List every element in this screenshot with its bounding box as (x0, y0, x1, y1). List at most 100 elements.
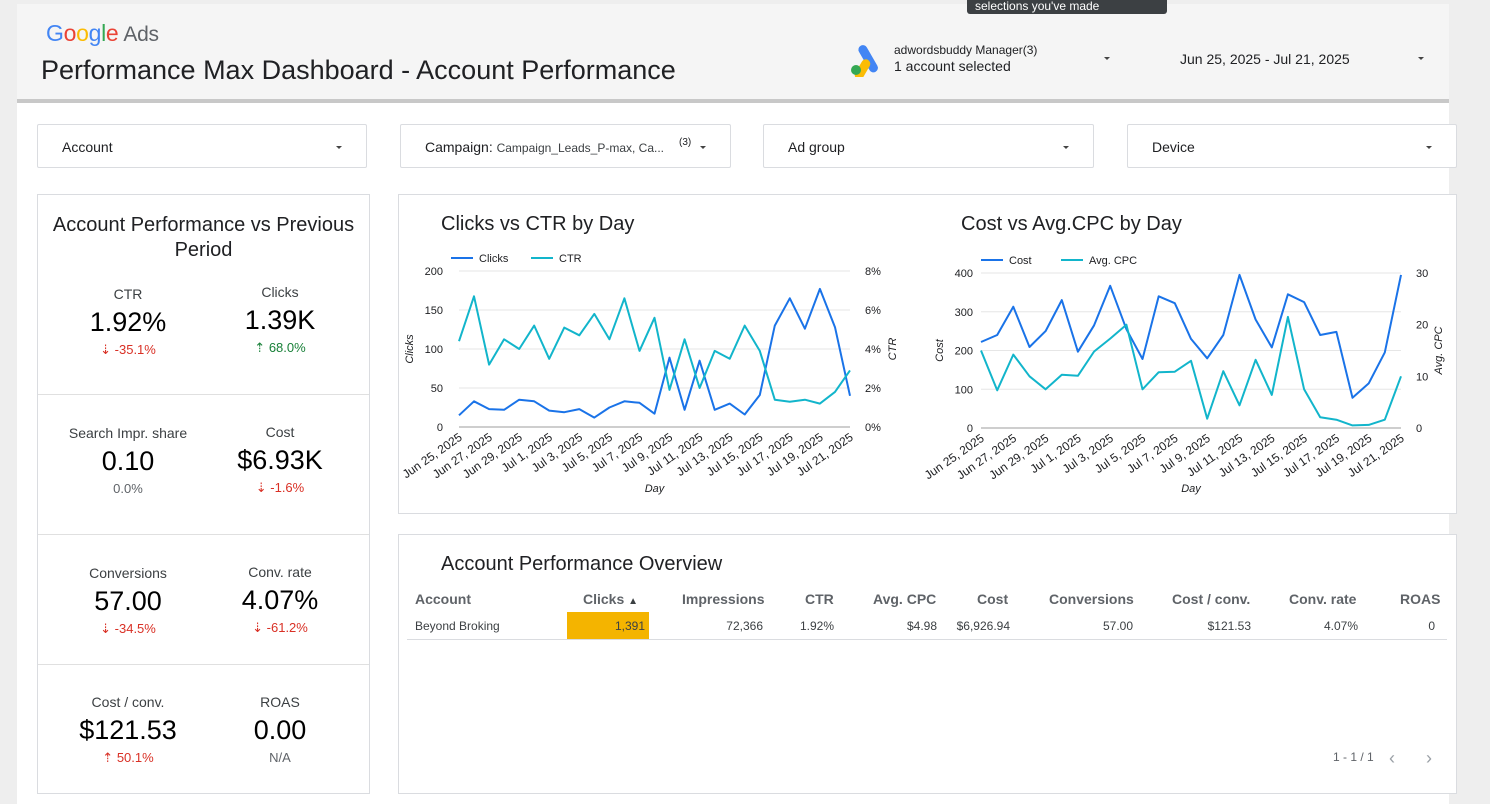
kpi-value: 4.07% (241, 585, 319, 615)
cell-clicks: 1,391 (614, 619, 645, 633)
column-header-conv-rate[interactable]: Conv. rate (1289, 591, 1356, 607)
column-header-ctr[interactable]: CTR (805, 591, 834, 607)
report-header: Google Ads Performance Max Dashboard - Ac… (17, 4, 1449, 103)
y-tick-label: 0 (437, 422, 443, 434)
cell-conv-rate: 4.07% (1323, 619, 1358, 633)
campaign-filter-value: Campaign_Leads_P-max, Ca... (496, 141, 665, 155)
kpi-value: 0.00 (253, 715, 307, 745)
kpi-label: Search Impr. share (68, 425, 188, 441)
account-filter-label: Account (62, 139, 113, 155)
y-tick-label: 300 (955, 307, 973, 319)
kpi-value: $6.93K (237, 445, 323, 475)
arrow-down-icon: ⇣ (100, 621, 115, 636)
date-range-dropdown-icon[interactable] (1418, 57, 1424, 60)
column-header-impressions[interactable]: Impressions (682, 591, 764, 607)
y2-tick-label: 2% (865, 383, 881, 395)
charts-panel: Clicks vs CTR by Day Cost vs Avg.CPC by … (398, 194, 1457, 514)
x-axis-title: Day (1181, 483, 1202, 495)
account-filter[interactable]: Account (37, 124, 367, 168)
column-header-account[interactable]: Account (415, 591, 471, 607)
account-dropdown-icon[interactable] (1104, 57, 1110, 60)
kpi-divider (38, 664, 369, 665)
campaign-filter-label: Campaign: (425, 139, 493, 155)
kpi-delta: ⇣ -35.1% (100, 342, 156, 357)
chevron-down-icon (1426, 146, 1432, 149)
kpi-conversions: Conversions 57.00 ⇣ -34.5% (53, 565, 203, 637)
chevron-left-icon[interactable]: ‹ (1389, 748, 1395, 769)
legend-label: Clicks (479, 253, 509, 265)
column-header-conversions[interactable]: Conversions (1049, 591, 1134, 607)
line-charts-canvas[interactable]: 0501001502000%2%4%6%8%Clicks CTRDayJun 25… (399, 195, 1456, 513)
cell-avg-cpc: $4.98 (906, 619, 937, 633)
y-tick-label: 200 (955, 346, 973, 358)
dashboard-page: Google Ads Performance Max Dashboard - Ac… (0, 0, 1490, 804)
y2-tick-label: 10 (1416, 371, 1428, 383)
y-tick-label: 400 (955, 268, 973, 280)
arrow-down-icon: ⇣ (255, 480, 271, 495)
kpi-search-impr-share: Search Impr. share 0.10 0.0% (33, 425, 223, 496)
account-selector-summary[interactable]: 1 account selected (894, 58, 1011, 74)
kpi-label: Cost / conv. (91, 694, 165, 710)
date-range-picker[interactable]: Jun 25, 2025 - Jul 21, 2025 (1180, 51, 1350, 67)
google-ads-icon[interactable] (850, 43, 882, 77)
arrow-up-icon: ⇡ (102, 750, 117, 765)
y2-tick-label: 6% (865, 305, 881, 317)
kpi-cost-per-conv: Cost / conv. $121.53 ⇡ 50.1% (53, 694, 203, 766)
y2-tick-label: 8% (865, 266, 881, 278)
google-ads-logo: Google Ads (46, 20, 159, 47)
sort-ascending-icon: ▲ (628, 596, 639, 607)
kpi-label: ROAS (260, 694, 300, 710)
kpi-conv-rate: Conv. rate 4.07% ⇣ -61.2% (205, 564, 355, 636)
column-header-roas[interactable]: ROAS (1400, 591, 1440, 607)
y-tick-label: 0 (967, 423, 973, 435)
kpi-delta: ⇣ -34.5% (100, 621, 156, 636)
column-header-avg-cpc[interactable]: Avg. CPC (873, 591, 936, 607)
ad-group-filter-label: Ad group (788, 139, 845, 155)
kpi-ctr: CTR 1.92% ⇣ -35.1% (53, 286, 203, 358)
legend-label: Cost (1009, 255, 1032, 267)
chevron-down-icon (1063, 146, 1069, 149)
y2-axis-title: Avg. CPC (1433, 326, 1445, 375)
kpi-roas: ROAS 0.00 N/A (205, 694, 355, 765)
ads-icon-green-dot (851, 65, 861, 75)
chevron-right-icon[interactable]: › (1426, 748, 1432, 769)
y2-tick-label: 30 (1416, 268, 1428, 280)
kpi-label: Conv. rate (248, 564, 312, 580)
y2-tick-label: 20 (1416, 320, 1428, 332)
table-row[interactable]: Beyond Broking 1,391 72,366 1.92% $4.98 … (407, 611, 1447, 640)
legend-label: CTR (559, 253, 582, 265)
column-header-clicks[interactable]: Clicks ▲ (583, 591, 638, 607)
kpi-delta: 0.0% (113, 481, 143, 496)
column-header-cost-per-conv[interactable]: Cost / conv. (1172, 591, 1250, 607)
cell-cost: $6,926.94 (956, 619, 1010, 633)
column-header-cost[interactable]: Cost (977, 591, 1008, 607)
kpi-delta: ⇡ 68.0% (254, 340, 306, 355)
kpi-value: 0.10 (101, 446, 155, 476)
performance-table-panel: Account Performance Overview Account Cli… (398, 534, 1457, 794)
y2-tick-label: 0 (1416, 423, 1422, 435)
series-line-cost (980, 273, 1402, 399)
arrow-down-icon: ⇣ (100, 342, 115, 357)
cell-impressions: 72,366 (726, 619, 763, 633)
ad-group-filter[interactable]: Ad group (763, 124, 1094, 168)
kpi-panel-title: Account Performance vs Previous Period (52, 214, 355, 261)
campaign-filter-count: (3) (679, 137, 692, 148)
device-filter[interactable]: Device (1127, 124, 1457, 168)
y2-tick-label: 0% (865, 422, 881, 434)
table-header-row: Account Clicks ▲ Impressions CTR Avg. CP… (407, 591, 1447, 613)
kpi-delta: ⇣ -1.6% (255, 480, 305, 495)
account-selector-name[interactable]: adwordsbuddy Manager(3) (894, 43, 1037, 57)
arrow-up-icon: ⇡ (254, 340, 269, 355)
kpi-label: Conversions (89, 565, 167, 581)
kpi-value: 1.92% (89, 307, 167, 337)
kpi-clicks: Clicks 1.39K ⇡ 68.0% (205, 284, 355, 356)
y2-tick-label: 4% (865, 344, 881, 356)
kpi-divider (38, 534, 369, 535)
legend-label: Avg. CPC (1089, 255, 1137, 267)
series-line-clicks (458, 287, 851, 419)
page-title: Performance Max Dashboard - Account Perf… (41, 55, 676, 85)
kpi-value: 57.00 (94, 586, 162, 616)
y-tick-label: 150 (425, 305, 443, 317)
campaign-filter[interactable]: Campaign: Campaign_Leads_P-max, Ca... (3… (400, 124, 731, 168)
y-tick-label: 100 (425, 344, 443, 356)
